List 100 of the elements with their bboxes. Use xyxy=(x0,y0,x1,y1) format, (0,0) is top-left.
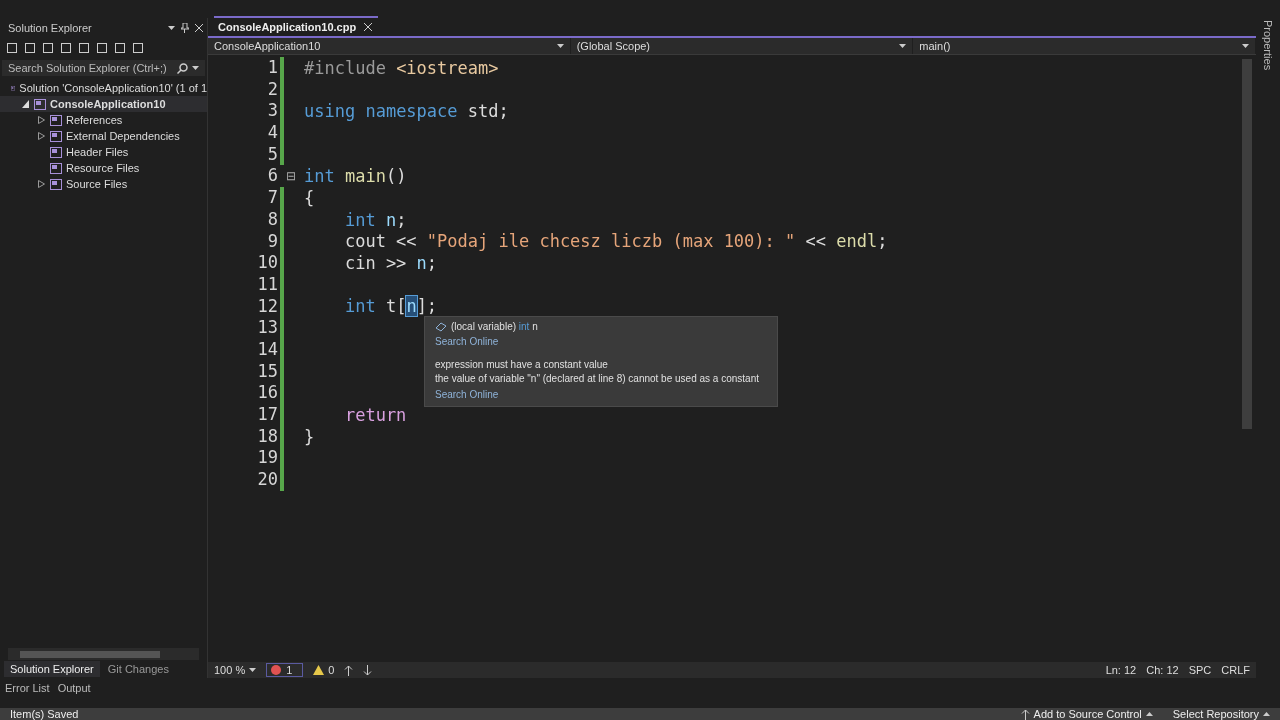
repository-button[interactable]: Select Repository xyxy=(1172,708,1270,720)
code-line: int t[n]; xyxy=(343,296,438,317)
project-icon xyxy=(50,162,62,174)
line-number: 8 xyxy=(266,208,278,231)
code-line: int n; xyxy=(343,209,407,230)
line-number: 1 xyxy=(266,57,278,79)
tree-item[interactable]: Source Files xyxy=(0,176,207,192)
project-icon xyxy=(50,130,62,142)
up-arrow-icon[interactable] xyxy=(1020,708,1030,720)
toolbar-icon[interactable] xyxy=(132,42,144,54)
caret-icon[interactable] xyxy=(1242,44,1249,48)
project-icon xyxy=(34,98,46,110)
status-message: Item(s) Saved xyxy=(10,708,79,720)
panel-tab[interactable]: Git Changes xyxy=(101,661,175,677)
code-line: cout << "Podaj ile chcesz liczb (max 100): " << endl; xyxy=(343,231,888,252)
line-number: 11 xyxy=(256,273,278,296)
code-line: { xyxy=(304,187,315,208)
expand-icon[interactable] xyxy=(37,116,45,124)
line-number: 9 xyxy=(266,230,278,253)
error-message: expression must have a constant value xyxy=(435,359,609,371)
line-number: 6 xyxy=(266,165,278,188)
caret-icon[interactable] xyxy=(249,668,257,672)
warning-icon xyxy=(313,665,325,675)
line-number: 18 xyxy=(256,425,278,448)
tree-item[interactable]: External Dependencies xyxy=(0,128,207,144)
code-line: cin >> n; xyxy=(343,253,438,274)
down-arrow-icon[interactable] xyxy=(363,664,373,676)
code-line: #include <iostream> xyxy=(304,57,499,78)
toolbar-icon[interactable] xyxy=(6,42,18,54)
project-dropdown[interactable]: ConsoleApplication10 xyxy=(208,38,571,54)
tree-item[interactable]: References xyxy=(0,112,207,128)
line-number: 3 xyxy=(266,100,278,123)
error-message: the value of variable "n" (declared at line 8) cannot be used as a constant xyxy=(435,373,760,385)
panel-title: Solution Explorer xyxy=(8,22,93,34)
variable-icon xyxy=(435,321,447,332)
line-number: 20 xyxy=(256,469,278,491)
line-number: 16 xyxy=(256,382,278,404)
search-online-link[interactable]: Search Online xyxy=(435,336,499,347)
properties-tab[interactable]: Properties xyxy=(1262,20,1274,71)
error-icon xyxy=(271,665,282,675)
code-line: } xyxy=(304,426,315,447)
member-dropdown[interactable]: main() xyxy=(913,38,1256,54)
dropdown-icon[interactable] xyxy=(192,66,199,70)
search-online-link[interactable]: Search Online xyxy=(435,389,499,400)
line-number: 7 xyxy=(266,187,278,209)
expand-icon[interactable] xyxy=(37,180,45,188)
toolbar-icon[interactable] xyxy=(114,42,126,54)
line-indicator: Ln: 12 xyxy=(1105,664,1137,676)
zoom-dropdown[interactable]: 100 % xyxy=(214,664,257,676)
line-number: 17 xyxy=(256,404,278,426)
tree-item[interactable]: Solution 'ConsoleApplication10' (1 of 1 xyxy=(0,80,207,96)
output-tab[interactable]: Output xyxy=(54,680,94,696)
line-number: 13 xyxy=(256,317,278,339)
line-ending-indicator[interactable]: CRLF xyxy=(1221,664,1250,676)
tree-item[interactable]: Resource Files xyxy=(0,160,207,176)
panel-tab[interactable]: Solution Explorer xyxy=(4,661,100,677)
document-tab[interactable]: ConsoleApplication10.cpp xyxy=(214,16,379,36)
code-line: int main() xyxy=(304,166,407,187)
project-icon xyxy=(50,146,62,158)
fold-toggle[interactable]: ⊟ xyxy=(286,169,296,184)
toolbar-icon[interactable] xyxy=(96,42,108,54)
line-number: 5 xyxy=(266,143,278,166)
caret-icon[interactable] xyxy=(899,44,907,48)
caret-icon[interactable] xyxy=(556,44,564,48)
source-control-button[interactable]: Add to Source Control xyxy=(1020,708,1153,720)
project-icon xyxy=(50,178,62,190)
indent-indicator[interactable]: SPC xyxy=(1188,664,1212,676)
code-line: using namespace std; xyxy=(304,101,509,122)
line-number: 19 xyxy=(256,447,278,470)
up-arrow-icon[interactable] xyxy=(344,664,354,676)
output-tab[interactable]: Error List xyxy=(2,680,53,696)
line-number: 10 xyxy=(256,252,278,274)
search-icon[interactable] xyxy=(177,62,188,74)
scope-dropdown[interactable]: (Global Scope) xyxy=(570,38,914,54)
expand-icon[interactable] xyxy=(37,132,45,140)
error-count[interactable]: 1 xyxy=(266,663,304,677)
tree-item[interactable]: ConsoleApplication10 xyxy=(0,96,207,112)
column-indicator: Ch: 12 xyxy=(1146,664,1179,676)
project-icon xyxy=(50,114,62,126)
search-field[interactable]: Search Solution Explorer (Ctrl+;) xyxy=(2,60,205,76)
horizontal-scrollbar[interactable] xyxy=(8,648,199,660)
toolbar-icon[interactable] xyxy=(60,42,72,54)
tree-item[interactable]: Header Files xyxy=(0,144,207,160)
pin-icon[interactable] xyxy=(181,23,189,33)
line-number: 15 xyxy=(256,360,278,383)
collapse-icon[interactable] xyxy=(21,100,29,108)
line-number: 2 xyxy=(266,78,278,101)
toolbar-icon[interactable] xyxy=(42,42,54,54)
caret-icon[interactable] xyxy=(1145,712,1153,716)
code-line: return xyxy=(343,404,407,425)
toolbar-icon[interactable] xyxy=(78,42,90,54)
line-number: 4 xyxy=(266,122,278,144)
dropdown-icon[interactable] xyxy=(168,26,175,30)
warning-count[interactable]: 0 xyxy=(313,664,335,676)
line-number: 12 xyxy=(256,295,278,318)
toolbar-icon[interactable] xyxy=(24,42,36,54)
caret-icon[interactable] xyxy=(1263,712,1270,716)
tooltip-signature: (local variable) int n xyxy=(451,321,538,332)
close-icon[interactable] xyxy=(195,24,203,32)
close-icon[interactable] xyxy=(364,23,373,31)
